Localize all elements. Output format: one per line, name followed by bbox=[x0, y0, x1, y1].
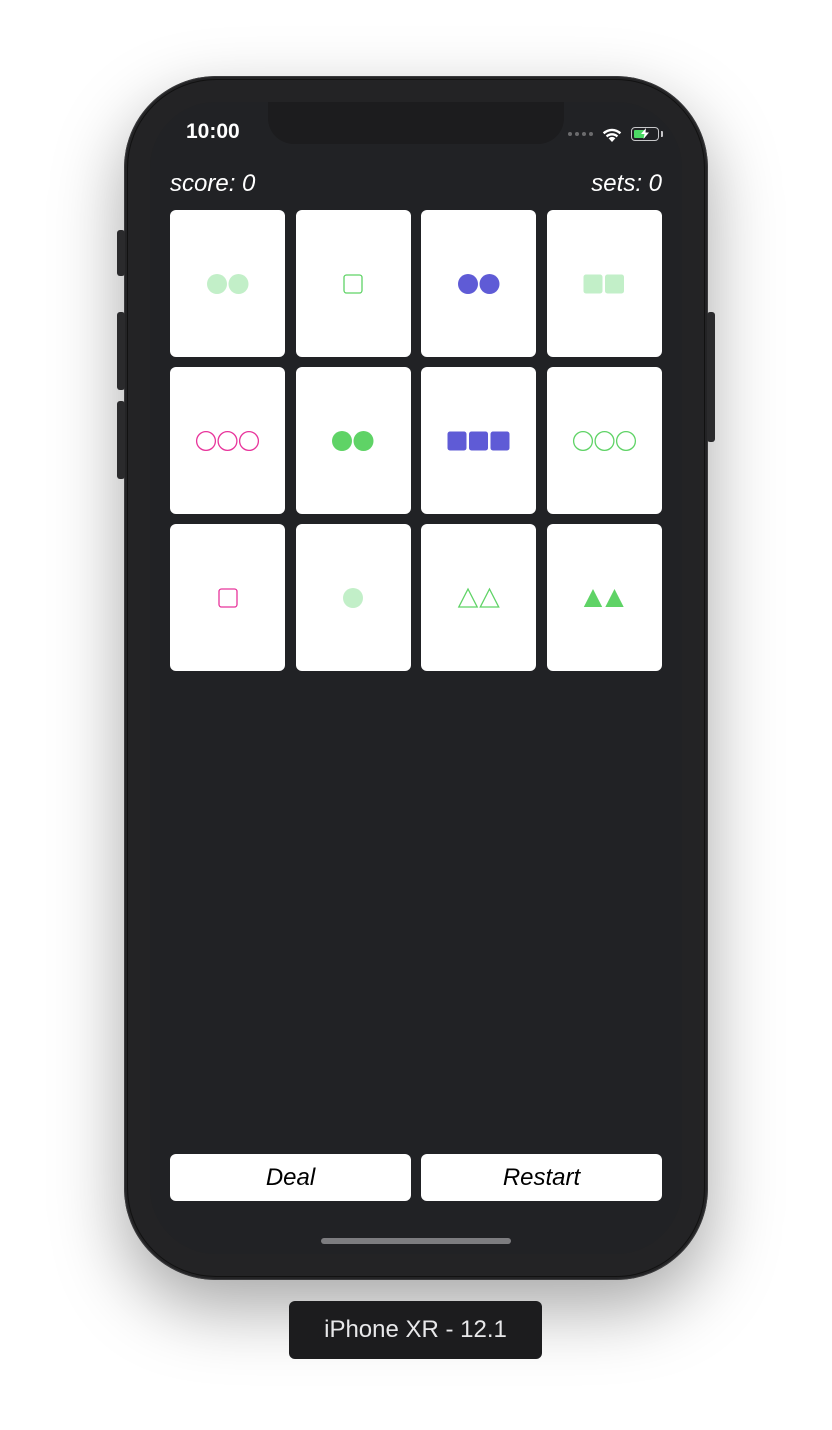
square-symbol bbox=[447, 431, 467, 450]
circle-symbol bbox=[228, 273, 249, 294]
status-icons bbox=[568, 122, 663, 146]
circle-symbol bbox=[572, 430, 593, 451]
square-symbol bbox=[217, 587, 238, 608]
restart-button[interactable]: Restart bbox=[421, 1154, 662, 1201]
score-label: score: 0 bbox=[170, 170, 256, 197]
card-symbols bbox=[343, 273, 363, 294]
simulator-device-label: iPhone XR - 12.1 bbox=[289, 1301, 542, 1359]
card-symbols bbox=[457, 587, 500, 608]
square-symbol bbox=[490, 431, 510, 450]
wifi-icon bbox=[602, 128, 622, 142]
set-card-6[interactable] bbox=[295, 367, 411, 514]
circle-symbol bbox=[457, 273, 478, 294]
circle-symbol bbox=[593, 430, 615, 451]
circle-symbol bbox=[615, 430, 636, 451]
set-card-2[interactable] bbox=[295, 210, 411, 357]
set-card-7[interactable] bbox=[421, 367, 536, 514]
set-card-11[interactable] bbox=[421, 524, 536, 671]
card-symbols bbox=[343, 587, 363, 608]
set-card-4[interactable] bbox=[546, 210, 662, 357]
card-symbols bbox=[572, 430, 636, 451]
signal-dots-icon bbox=[568, 132, 593, 136]
notch bbox=[268, 102, 564, 144]
home-indicator bbox=[321, 1238, 511, 1244]
card-symbols bbox=[583, 274, 625, 293]
set-card-9[interactable] bbox=[170, 524, 285, 671]
card-symbols bbox=[195, 430, 260, 451]
circle-symbol bbox=[195, 430, 217, 451]
set-card-10[interactable] bbox=[295, 524, 411, 671]
deal-button[interactable]: Deal bbox=[170, 1154, 411, 1201]
circle-symbol bbox=[353, 430, 374, 451]
volume-down-button bbox=[117, 401, 125, 479]
app-screen: 10:00 score: 0 sets: 0 Deal Restart bbox=[150, 102, 682, 1254]
circle-symbol bbox=[332, 430, 353, 451]
card-symbols bbox=[206, 273, 249, 294]
square-symbol bbox=[583, 274, 603, 293]
card-symbols bbox=[332, 430, 374, 451]
circle-symbol bbox=[217, 430, 238, 451]
circle-symbol bbox=[343, 587, 363, 608]
triangle-symbol bbox=[478, 587, 500, 608]
power-button bbox=[707, 312, 715, 442]
sets-label: sets: 0 bbox=[591, 170, 662, 197]
status-time: 10:00 bbox=[186, 120, 240, 143]
square-symbol bbox=[343, 273, 363, 294]
card-grid bbox=[170, 210, 662, 671]
card-symbols bbox=[457, 273, 500, 294]
square-symbol bbox=[605, 274, 625, 293]
triangle-symbol bbox=[584, 588, 603, 607]
square-symbol bbox=[469, 431, 488, 450]
set-card-8[interactable] bbox=[546, 367, 662, 514]
volume-up-button bbox=[117, 312, 125, 390]
circle-symbol bbox=[206, 273, 227, 294]
battery-charging-icon bbox=[631, 127, 663, 141]
circle-symbol bbox=[479, 273, 500, 294]
card-symbols bbox=[217, 587, 238, 608]
set-card-1[interactable] bbox=[170, 210, 285, 357]
set-card-12[interactable] bbox=[546, 524, 662, 671]
circle-symbol bbox=[238, 430, 260, 451]
triangle-symbol bbox=[457, 587, 479, 608]
card-symbols bbox=[447, 431, 510, 450]
triangle-symbol bbox=[605, 588, 624, 607]
set-card-5[interactable] bbox=[170, 367, 285, 514]
silent-switch bbox=[117, 230, 125, 276]
card-symbols bbox=[584, 588, 624, 607]
set-card-3[interactable] bbox=[421, 210, 536, 357]
